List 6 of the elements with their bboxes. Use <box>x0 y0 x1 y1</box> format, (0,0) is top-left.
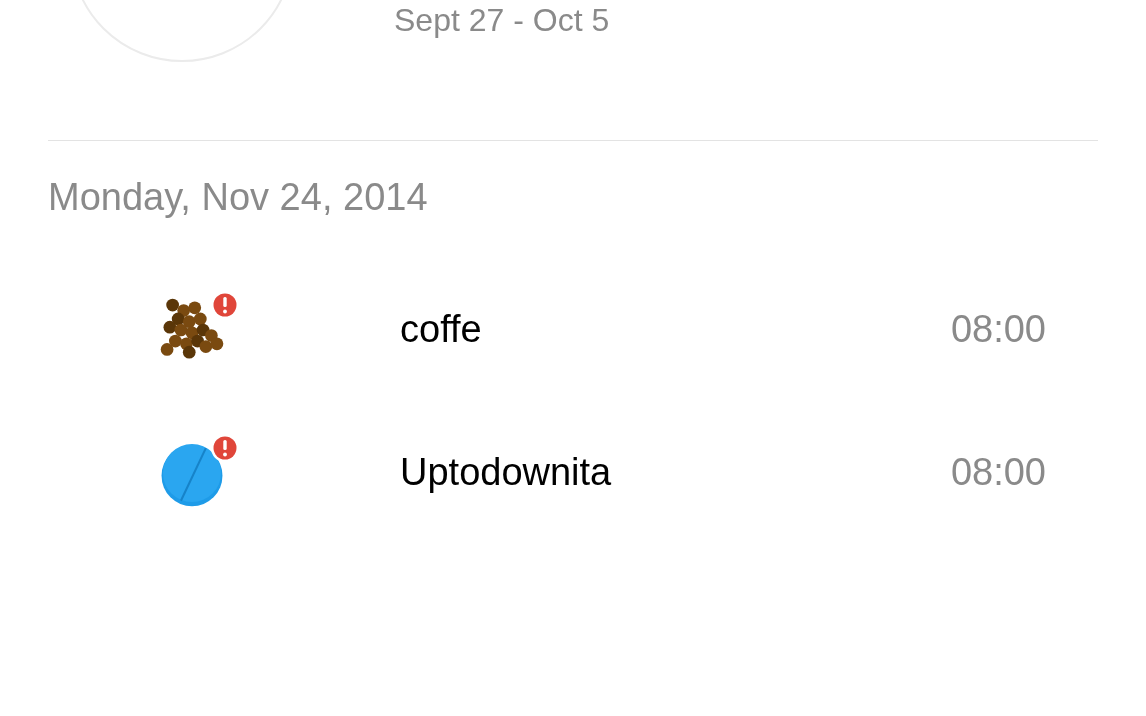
entry-time: 08:00 <box>950 450 1046 495</box>
date-range: Sept 27 - Oct 5 <box>394 2 610 38</box>
entry-name: Uptodownita <box>400 450 613 495</box>
entry-time: 08:00 <box>950 307 1046 352</box>
entry-name: coffe <box>400 307 483 352</box>
day-heading: Monday, Nov 24, 2014 <box>48 175 429 219</box>
